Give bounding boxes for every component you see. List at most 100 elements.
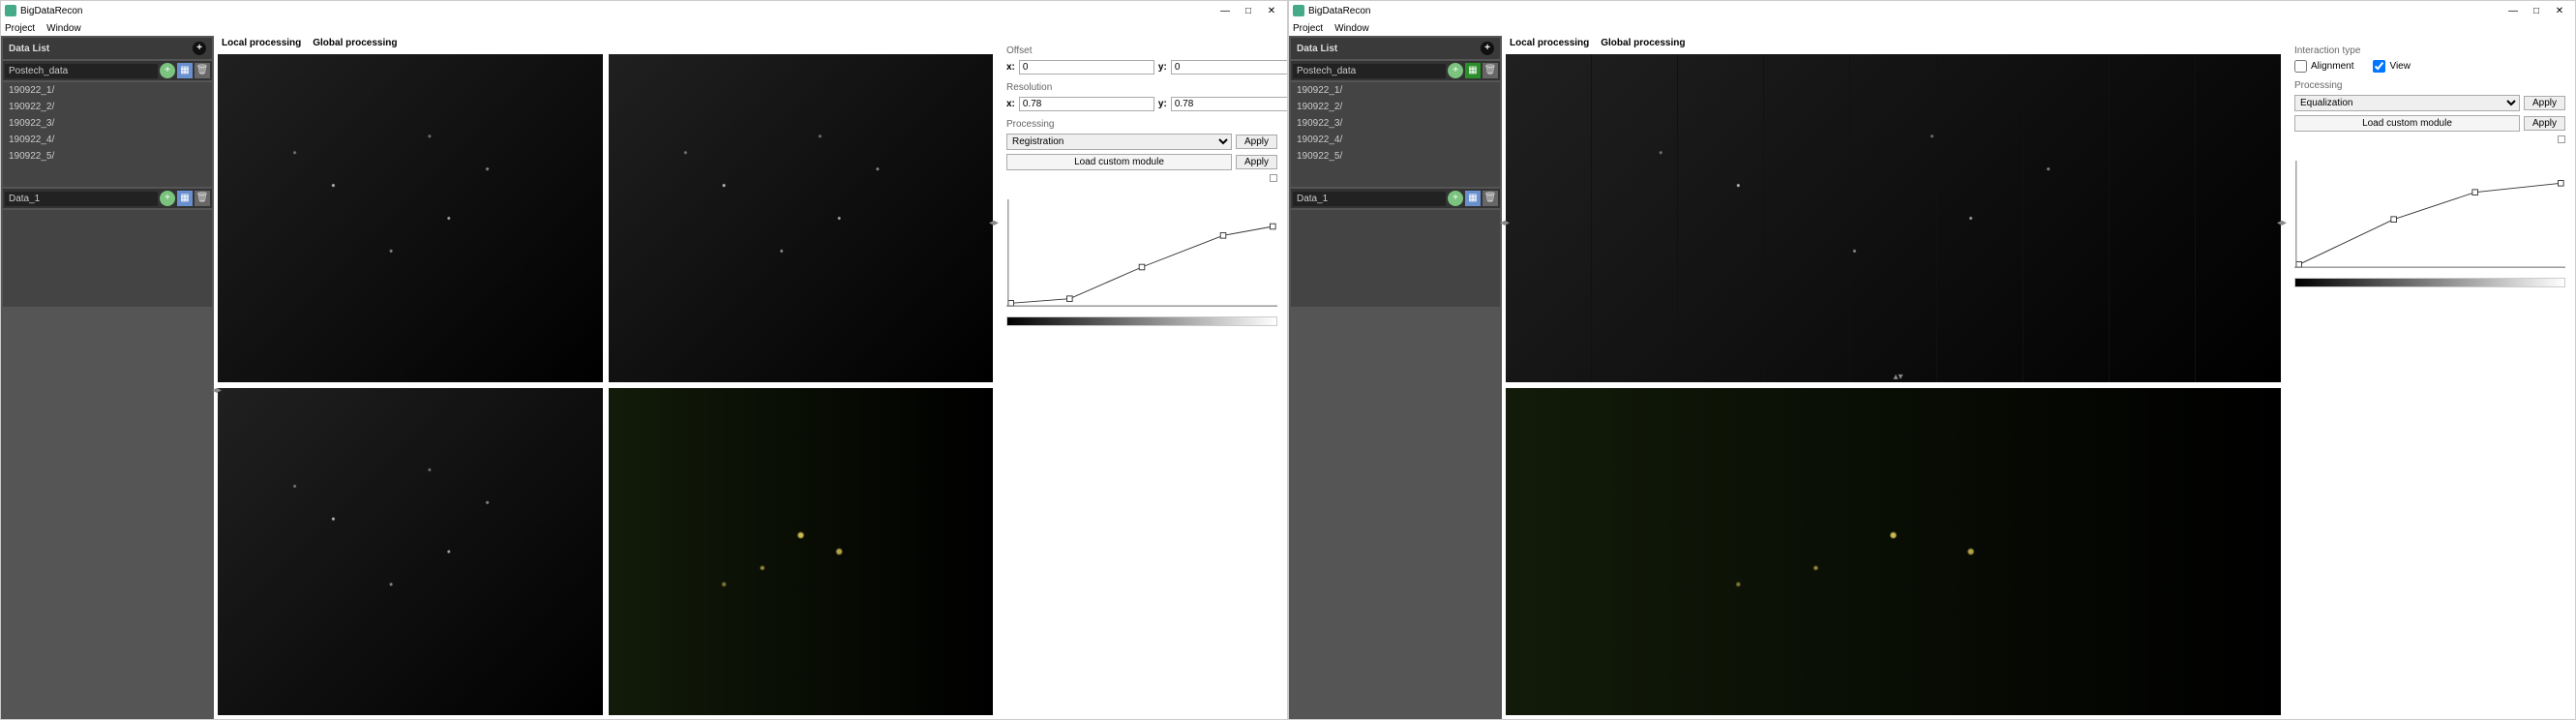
dataset-add-button[interactable]: + (160, 63, 175, 78)
offset-x-input[interactable] (1019, 60, 1154, 75)
nav-handle-mid[interactable]: ▴▾ (1894, 372, 1903, 382)
apply-button[interactable]: Apply (2524, 96, 2565, 110)
processing-select[interactable]: Equalization (2294, 95, 2520, 111)
viewer-stack: ◂▸ ◂▸ ▴▾ (1502, 50, 2285, 719)
apply-module-button[interactable]: Apply (1236, 155, 1277, 169)
processing-area: Local processing Global processing ◂▸ (1502, 36, 2285, 719)
gradient-bar[interactable] (1006, 316, 1277, 326)
list-item[interactable]: 190922_2/ (1291, 99, 1500, 115)
list-item[interactable]: 190922_5/ (3, 148, 212, 165)
alignment-checkbox[interactable]: Alignment (2294, 60, 2353, 73)
res-y-input[interactable] (1171, 97, 1287, 111)
tab-local[interactable]: Local processing (1510, 38, 1589, 48)
processing-area: Local processing Global processing ◂▸ ◂▸ (214, 36, 997, 719)
offset-label: Offset (1006, 45, 1277, 56)
offset-y-input[interactable] (1171, 60, 1287, 75)
slot-delete-button[interactable]: 🗑 (195, 191, 210, 206)
dataset-add-button[interactable]: + (1448, 63, 1463, 78)
gradient-bar[interactable] (2294, 278, 2565, 287)
image-slice-tl[interactable] (218, 54, 603, 382)
intensity-curve-chart[interactable] (1006, 195, 1277, 713)
add-dataset-button[interactable]: + (193, 42, 206, 55)
image-slice-br[interactable] (609, 388, 994, 716)
tab-global[interactable]: Global processing (313, 38, 397, 48)
data-slot-list[interactable] (1291, 210, 1500, 307)
image-slice-bl[interactable] (218, 388, 603, 716)
dataset-delete-button[interactable]: 🗑 (195, 63, 210, 78)
maximize-button[interactable]: □ (1237, 6, 1260, 16)
nav-handle-right[interactable]: ◂▸ (989, 218, 999, 228)
sidebar: Data List + + ▦ 🗑 190922_1/ 190922_2/ 19… (1, 36, 214, 719)
list-item[interactable]: 190922_2/ (3, 99, 212, 115)
tab-local[interactable]: Local processing (222, 38, 301, 48)
file-list[interactable]: 190922_1/ 190922_2/ 190922_3/ 190922_4/ … (1291, 82, 1500, 187)
data-list-header: Data List + (3, 38, 212, 59)
slot-add-button[interactable]: + (1448, 191, 1463, 206)
apply-button[interactable]: Apply (1236, 135, 1277, 149)
dataset-name-input[interactable] (1293, 64, 1446, 78)
minimize-button[interactable]: — (1213, 6, 1237, 16)
list-item[interactable]: 190922_3/ (3, 115, 212, 132)
x-label: x: (1006, 99, 1015, 109)
view-checkbox[interactable]: View (2373, 60, 2411, 73)
tab-global[interactable]: Global processing (1601, 38, 1685, 48)
close-button[interactable]: ✕ (2548, 6, 2571, 16)
menu-window[interactable]: Window (1334, 23, 1369, 34)
nav-handle-left[interactable]: ◂▸ (212, 385, 222, 396)
list-item[interactable]: 190922_1/ (1291, 82, 1500, 99)
maximize-button[interactable]: □ (2525, 6, 2548, 16)
dataset-delete-button[interactable]: 🗑 (1483, 63, 1498, 78)
menu-project[interactable]: Project (1293, 23, 1323, 34)
dataset-toolbar: + ▦ 🗑 (1291, 61, 1500, 80)
expand-toggle[interactable] (1270, 174, 1277, 182)
load-module-button[interactable]: Load custom module (1006, 154, 1232, 170)
minimize-button[interactable]: — (2501, 6, 2525, 16)
global-slice-bottom[interactable] (1506, 388, 2281, 716)
dataset-toolbar: + ▦ 🗑 (3, 61, 212, 80)
titlebar: BigDataRecon — □ ✕ (1289, 1, 2575, 20)
data-slot-input[interactable] (5, 192, 158, 206)
slot-grid-button[interactable]: ▦ (1465, 191, 1481, 206)
resolution-label: Resolution (1006, 82, 1277, 93)
tab-bar: Local processing Global processing (1502, 36, 2285, 50)
processing-label: Processing (1006, 119, 1277, 130)
list-item[interactable]: 190922_1/ (3, 82, 212, 99)
data-list-header: Data List + (1291, 38, 1500, 59)
app-title: BigDataRecon (20, 6, 82, 16)
dataset-grid-button[interactable]: ▦ (1465, 63, 1481, 78)
list-item[interactable]: 190922_4/ (3, 132, 212, 148)
list-item[interactable]: 190922_4/ (1291, 132, 1500, 148)
add-dataset-button[interactable]: + (1481, 42, 1494, 55)
file-list[interactable]: 190922_1/ 190922_2/ 190922_3/ 190922_4/ … (3, 82, 212, 187)
processing-select[interactable]: Registration (1006, 134, 1232, 150)
app-window-local: BigDataRecon — □ ✕ Project Window Data L… (0, 0, 1288, 720)
dataset-name-input[interactable] (5, 64, 158, 78)
app-icon (1293, 5, 1304, 16)
data-slot-list[interactable] (3, 210, 212, 307)
res-x-input[interactable] (1019, 97, 1154, 111)
menu-project[interactable]: Project (5, 23, 35, 34)
data-list-label: Data List (1297, 44, 1337, 54)
local-settings-panel: Offset x: y: z: Resolution x: y: z: (997, 36, 1287, 719)
intensity-curve-chart[interactable] (2294, 157, 2565, 713)
load-module-button[interactable]: Load custom module (2294, 115, 2520, 132)
viewer-grid: ◂▸ ◂▸ (214, 50, 997, 719)
list-item[interactable]: 190922_3/ (1291, 115, 1500, 132)
close-button[interactable]: ✕ (1260, 6, 1283, 16)
list-item[interactable]: 190922_5/ (1291, 148, 1500, 165)
dataset-grid-button[interactable]: ▦ (177, 63, 193, 78)
slot-add-button[interactable]: + (160, 191, 175, 206)
global-slice-top[interactable] (1506, 54, 2281, 382)
image-slice-tr[interactable] (609, 54, 994, 382)
slot-grid-button[interactable]: ▦ (177, 191, 193, 206)
nav-handle-right[interactable]: ◂▸ (2277, 218, 2287, 228)
interaction-label: Interaction type (2294, 45, 2565, 56)
slot-delete-button[interactable]: 🗑 (1483, 191, 1498, 206)
menubar: Project Window (1289, 20, 2575, 36)
apply-module-button[interactable]: Apply (2524, 116, 2565, 131)
data-list-label: Data List (9, 44, 49, 54)
menu-window[interactable]: Window (46, 23, 81, 34)
nav-handle-left[interactable]: ◂▸ (1500, 218, 1510, 228)
expand-toggle[interactable] (2558, 135, 2565, 143)
data-slot-input[interactable] (1293, 192, 1446, 206)
